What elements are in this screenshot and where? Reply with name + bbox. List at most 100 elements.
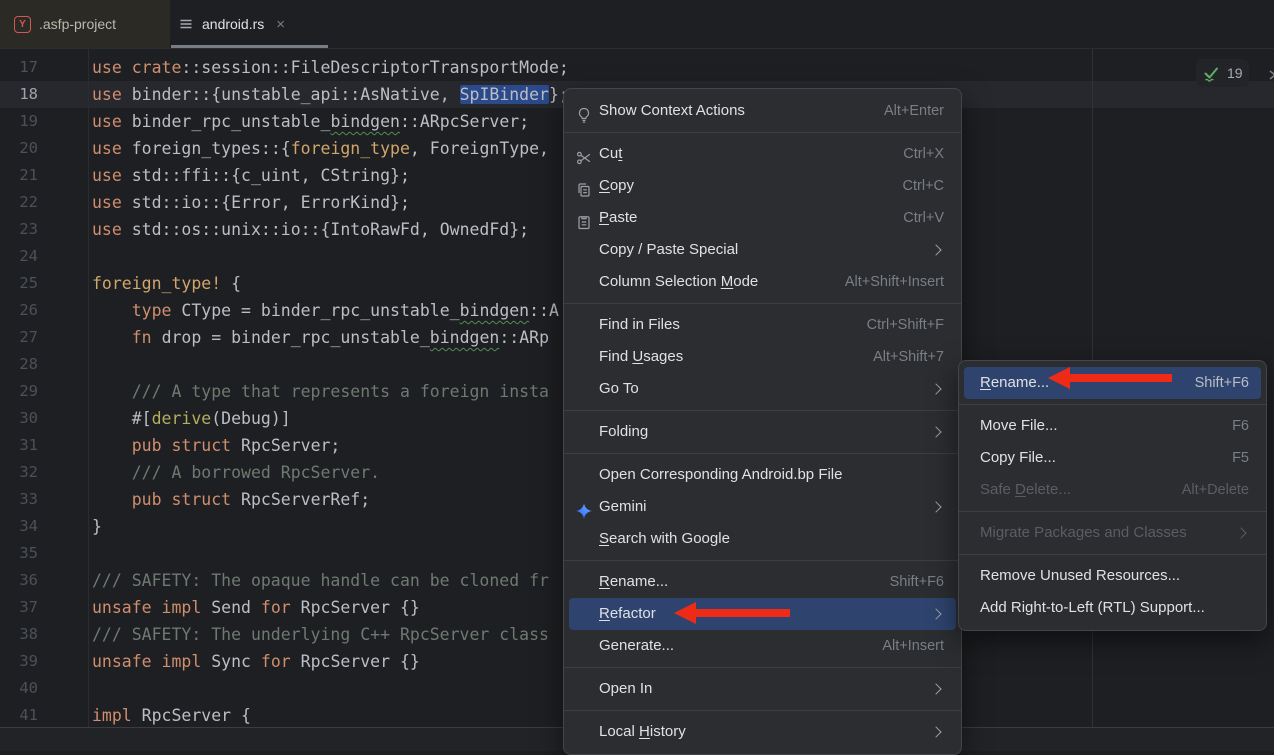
menu-item-show-context-actions[interactable]: Show Context ActionsAlt+Enter (569, 95, 956, 127)
code-line-20[interactable]: use foreign_types::{foreign_type, Foreig… (92, 135, 569, 162)
menu-item-copy-paste-special[interactable]: Copy / Paste Special (569, 234, 956, 266)
submenu-arrow-icon (930, 726, 941, 737)
menu-item-open-in[interactable]: Open In (569, 673, 956, 705)
line-number[interactable]: 32 (0, 459, 38, 486)
menu-item-copy[interactable]: CopyCtrl+C (569, 170, 956, 202)
line-number[interactable]: 36 (0, 567, 38, 594)
menu-item-label: Migrate Packages and Classes (980, 517, 1187, 549)
code-line-19[interactable]: use binder_rpc_unstable_bindgen::ARpcSer… (92, 108, 569, 135)
editor-gutter[interactable]: 1718192021222324252627282930313233343536… (0, 54, 38, 729)
code-line-35[interactable] (92, 540, 569, 567)
menu-item-rename[interactable]: Rename...Shift+F6 (569, 566, 956, 598)
code-editor[interactable]: use crate::session::FileDescriptorTransp… (92, 54, 569, 729)
line-number[interactable]: 34 (0, 513, 38, 540)
menu-item-find-usages[interactable]: Find UsagesAlt+Shift+7 (569, 341, 956, 373)
line-number[interactable]: 20 (0, 135, 38, 162)
code-line-22[interactable]: use std::io::{Error, ErrorKind}; (92, 189, 569, 216)
menu-shortcut: Alt+Shift+7 (873, 341, 944, 373)
code-line-29[interactable]: /// A type that represents a foreign ins… (92, 378, 569, 405)
menu-item-local-history[interactable]: Local History (569, 716, 956, 748)
menu-item-copy-file[interactable]: Copy File...F5 (964, 442, 1261, 474)
menu-item-open-corresponding-androidbp-file[interactable]: Open Corresponding Android.bp File (569, 459, 956, 491)
menu-item-search-with-google[interactable]: Search with Google (569, 523, 956, 555)
code-line-37[interactable]: unsafe impl Send for RpcServer {} (92, 594, 569, 621)
code-line-38[interactable]: /// SAFETY: The underlying C++ RpcServer… (92, 621, 569, 648)
menu-shortcut: Ctrl+Shift+F (867, 309, 944, 341)
line-number[interactable]: 41 (0, 702, 38, 729)
code-line-32[interactable]: /// A borrowed RpcServer. (92, 459, 569, 486)
code-line-30[interactable]: #[derive(Debug)] (92, 405, 569, 432)
line-number[interactable]: 22 (0, 189, 38, 216)
code-line-26[interactable]: type CType = binder_rpc_unstable_bindgen… (92, 297, 569, 324)
menu-item-label: Open In (599, 673, 652, 705)
line-number[interactable]: 19 (0, 108, 38, 135)
arrow-head (1048, 367, 1070, 389)
code-line-25[interactable]: foreign_type! { (92, 270, 569, 297)
tab-label: .asfp-project (39, 16, 116, 32)
line-number[interactable]: 21 (0, 162, 38, 189)
line-number[interactable]: 24 (0, 243, 38, 270)
menu-item-gemini[interactable]: Gemini (569, 491, 956, 523)
paste-icon (576, 210, 592, 226)
arrow-shaft (1068, 374, 1172, 382)
arrow-head (674, 602, 696, 624)
code-line-41[interactable]: impl RpcServer { (92, 702, 569, 729)
code-line-23[interactable]: use std::os::unix::io::{IntoRawFd, Owned… (92, 216, 569, 243)
line-number[interactable]: 17 (0, 54, 38, 81)
line-number[interactable]: 26 (0, 297, 38, 324)
line-number[interactable]: 28 (0, 351, 38, 378)
menu-item-find-in-files[interactable]: Find in FilesCtrl+Shift+F (569, 309, 956, 341)
menu-shortcut: Alt+Delete (1182, 474, 1249, 506)
line-number[interactable]: 37 (0, 594, 38, 621)
submenu-arrow-icon (930, 683, 941, 694)
menu-item-label: Gemini (599, 491, 647, 523)
menu-shortcut: Ctrl+V (903, 202, 944, 234)
menu-item-cut[interactable]: CutCtrl+X (569, 138, 956, 170)
code-line-27[interactable]: fn drop = binder_rpc_unstable_bindgen::A… (92, 324, 569, 351)
code-line-39[interactable]: unsafe impl Sync for RpcServer {} (92, 648, 569, 675)
close-icon[interactable]: × (276, 17, 285, 32)
menu-item-column-selection-mode[interactable]: Column Selection ModeAlt+Shift+Insert (569, 266, 956, 298)
menu-item-generate[interactable]: Generate...Alt+Insert (569, 630, 956, 662)
code-line-36[interactable]: /// SAFETY: The opaque handle can be clo… (92, 567, 569, 594)
code-line-18[interactable]: use binder::{unstable_api::AsNative, SpI… (92, 81, 569, 108)
code-line-33[interactable]: pub struct RpcServerRef; (92, 486, 569, 513)
gemini-sparkle-icon (576, 499, 592, 515)
tab-android-rs[interactable]: android.rs × (170, 0, 329, 48)
menu-item-move-file[interactable]: Move File...F6 (964, 410, 1261, 442)
menu-item-go-to[interactable]: Go To (569, 373, 956, 405)
line-number[interactable]: 30 (0, 405, 38, 432)
code-line-28[interactable] (92, 351, 569, 378)
menu-item-remove-unused-resources[interactable]: Remove Unused Resources... (964, 560, 1261, 592)
line-number[interactable]: 29 (0, 378, 38, 405)
line-number[interactable]: 35 (0, 540, 38, 567)
line-number[interactable]: 38 (0, 621, 38, 648)
inspections-widget[interactable]: 19 (1196, 59, 1249, 87)
line-number[interactable]: 31 (0, 432, 38, 459)
line-number[interactable]: 33 (0, 486, 38, 513)
code-line-17[interactable]: use crate::session::FileDescriptorTransp… (92, 54, 569, 81)
code-line-31[interactable]: pub struct RpcServer; (92, 432, 569, 459)
code-line-40[interactable] (92, 675, 569, 702)
code-line-21[interactable]: use std::ffi::{c_uint, CString}; (92, 162, 569, 189)
code-line-24[interactable] (92, 243, 569, 270)
line-number[interactable]: 18 (0, 81, 38, 108)
menu-item-label: Copy (599, 170, 634, 202)
line-number[interactable]: 23 (0, 216, 38, 243)
menu-item-add-rtl-support[interactable]: Add Right-to-Left (RTL) Support... (964, 592, 1261, 624)
gutter-separator (88, 48, 89, 727)
menu-separator (564, 453, 961, 454)
menu-item-label: Refactor (599, 598, 656, 630)
line-number[interactable]: 40 (0, 675, 38, 702)
line-number[interactable]: 27 (0, 324, 38, 351)
tab-asfp-project[interactable]: Y .asfp-project (0, 0, 170, 48)
line-number[interactable]: 39 (0, 648, 38, 675)
menu-shortcut: F5 (1232, 442, 1249, 474)
line-number[interactable]: 25 (0, 270, 38, 297)
menu-separator (959, 511, 1266, 512)
menu-item-label: Show Context Actions (599, 95, 745, 127)
code-line-34[interactable]: } (92, 513, 569, 540)
menu-item-paste[interactable]: PasteCtrl+V (569, 202, 956, 234)
menu-item-folding[interactable]: Folding (569, 416, 956, 448)
menu-item-label: Add Right-to-Left (RTL) Support... (980, 592, 1205, 624)
